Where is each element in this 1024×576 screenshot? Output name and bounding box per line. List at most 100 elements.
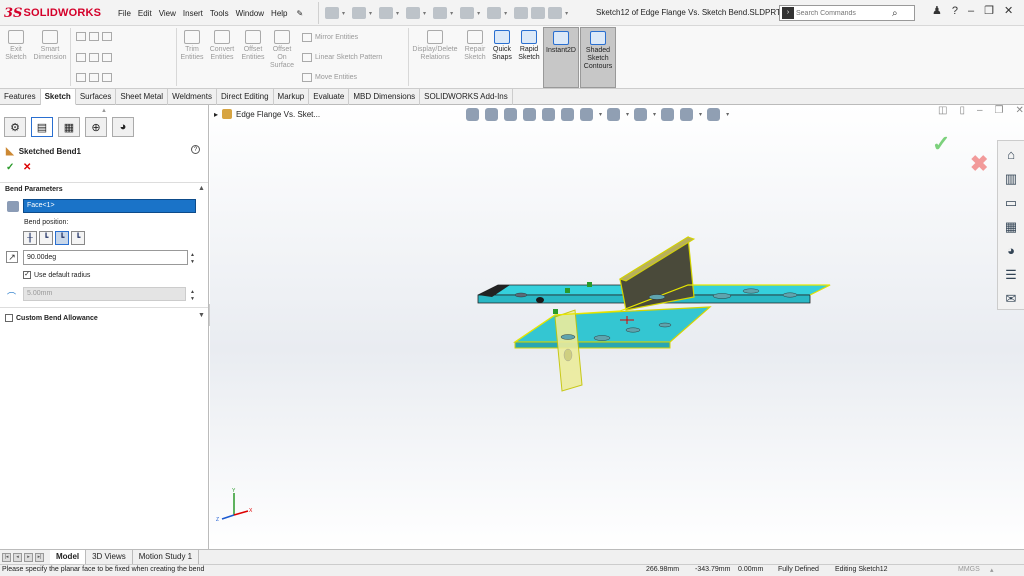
tab-features[interactable]: Features (0, 89, 41, 105)
search-input[interactable] (796, 9, 892, 17)
solidworks-resources-icon[interactable]: ⌂ (1002, 146, 1020, 164)
offset-entities-button[interactable]: Offset Entities (239, 30, 267, 62)
options-gear-icon[interactable] (548, 7, 563, 19)
chevron-up-icon[interactable]: ▲ (198, 185, 205, 192)
offset-on-surface-label: Offset On Surface (269, 46, 295, 69)
repair-icon (467, 30, 483, 44)
tab-model[interactable]: Model (50, 549, 87, 565)
tab-motion-study[interactable]: Motion Study 1 (133, 549, 200, 565)
tab-direct-editing[interactable]: Direct Editing (217, 89, 274, 105)
bend-outside-icon[interactable]: ┗ (71, 231, 85, 245)
tab-sketch[interactable]: Sketch (40, 89, 76, 105)
appearances-scenes-icon[interactable]: ◕ (1002, 242, 1020, 260)
ok-button[interactable]: ✓ (6, 162, 14, 173)
custom-properties-icon[interactable]: ☰ (1002, 266, 1020, 284)
file-explorer-icon[interactable]: ▭ (1002, 194, 1020, 212)
forum-icon[interactable]: ✉ (1002, 290, 1020, 308)
tab-solidworks-add-ins[interactable]: SOLIDWORKS Add-Ins (420, 89, 513, 105)
line-tool[interactable] (76, 32, 115, 41)
next-tab-icon[interactable]: ▸ (24, 552, 33, 562)
help-icon[interactable]: ? (191, 145, 200, 154)
display-delete-relations-button[interactable]: Display/Delete Relations (411, 30, 459, 62)
trim-entities-button[interactable]: Trim Entities (179, 30, 205, 62)
menu-edit[interactable]: Edit (138, 9, 152, 18)
rebuild-icon[interactable] (514, 7, 529, 19)
tab-weldments[interactable]: Weldments (168, 89, 217, 105)
design-library-icon[interactable]: ▥ (1002, 170, 1020, 188)
dimxpert-manager-tab[interactable]: ⊕ (85, 117, 107, 137)
bend-angle-input[interactable]: 90.00deg (23, 250, 188, 265)
bend-centerline-icon[interactable]: ╫ (23, 231, 37, 245)
solidworks-logo[interactable]: 3S SOLIDWORKS (4, 5, 101, 21)
menu-window[interactable]: Window (236, 9, 264, 18)
material-inside-icon[interactable]: ┗ (39, 231, 53, 245)
model-view-tabs: |◂ ◂ ▸ ▸| Model 3D Views Motion Study 1 (0, 549, 1024, 565)
smart-dimension-label: Smart Dimension (33, 46, 67, 61)
shaded-sketch-contours-button[interactable]: Shaded Sketch Contours (580, 27, 616, 88)
fixed-face-selection-box[interactable]: Face<1> (23, 199, 196, 213)
tab-evaluate[interactable]: Evaluate (309, 89, 350, 105)
menu-tools[interactable]: Tools (210, 9, 229, 18)
previous-tab-icon[interactable]: ◂ (13, 552, 22, 562)
linear-sketch-pattern-button[interactable]: Linear Sketch Pattern (302, 53, 382, 62)
collapse-arrow-icon[interactable]: ▲ (101, 108, 107, 114)
tab-markup[interactable]: Markup (274, 89, 310, 105)
view-palette-icon[interactable]: ▦ (1002, 218, 1020, 236)
feature-manager-tab[interactable]: ⚙ (4, 117, 26, 137)
mirror-entities-button[interactable]: Mirror Entities (302, 33, 358, 42)
angle-spin-down-icon[interactable]: ▼ (190, 259, 195, 265)
angle-spin-up-icon[interactable]: ▲ (190, 252, 195, 258)
menu-insert[interactable]: Insert (183, 9, 203, 18)
restore-icon[interactable]: ❐ (984, 4, 994, 17)
tab-mbd-dimensions[interactable]: MBD Dimensions (349, 89, 421, 105)
tab-3d-views[interactable]: 3D Views (86, 549, 133, 565)
last-tab-icon[interactable]: ▸| (35, 552, 44, 562)
feature-title: Sketched Bend1 (18, 147, 81, 156)
open-icon[interactable] (379, 7, 394, 19)
user-icon[interactable]: ♟ (932, 4, 942, 17)
rectangle-tool[interactable] (76, 53, 115, 62)
chevron-down-icon[interactable]: ▼ (198, 312, 205, 319)
slot-tool[interactable] (76, 73, 115, 82)
search-commands-box[interactable]: › ⌕ (779, 5, 915, 21)
undo-icon[interactable] (460, 7, 475, 19)
menu-view[interactable]: View (159, 9, 176, 18)
convert-entities-button[interactable]: Convert Entities (207, 30, 237, 62)
status-dropdown-icon[interactable]: ▴ (990, 566, 994, 574)
repair-sketch-button[interactable]: Repair Sketch (462, 30, 488, 62)
bend-parameters-header[interactable]: Bend Parameters (0, 182, 208, 196)
pin-menu-icon[interactable]: ✎ (297, 9, 304, 18)
sheet-metal-part-model[interactable] (210, 105, 1024, 549)
material-outside-icon[interactable]: ┗ (55, 231, 69, 245)
home-icon[interactable] (325, 7, 339, 19)
exit-sketch-button[interactable]: Exit Sketch (3, 30, 29, 62)
use-default-radius-checkbox[interactable]: ✓ Use default radius (23, 271, 90, 279)
instant2d-button[interactable]: Instant2D (543, 27, 579, 88)
quick-snaps-button[interactable]: Quick Snaps (489, 30, 515, 62)
tab-sheet-metal[interactable]: Sheet Metal (116, 89, 169, 105)
first-tab-icon[interactable]: |◂ (2, 552, 11, 562)
save-icon[interactable] (406, 7, 421, 19)
menu-file[interactable]: File (118, 9, 131, 18)
print-icon[interactable] (433, 7, 448, 19)
minimize-icon[interactable]: – (968, 5, 974, 17)
custom-bend-allowance-checkbox[interactable]: Custom Bend Allowance (0, 307, 208, 328)
smart-dimension-button[interactable]: Smart Dimension (33, 30, 67, 62)
new-document-icon[interactable] (352, 7, 367, 19)
close-icon[interactable]: ✕ (1004, 4, 1013, 17)
property-manager-tab[interactable]: ▤ (31, 117, 53, 137)
rapid-sketch-button[interactable]: Rapid Sketch (516, 30, 542, 62)
tab-surfaces[interactable]: Surfaces (76, 89, 117, 105)
search-icon[interactable]: ⌕ (892, 8, 898, 19)
unit-system[interactable]: MMGS (958, 566, 980, 573)
offset-on-surface-button[interactable]: Offset On Surface (269, 30, 295, 70)
help-button[interactable]: ? (952, 5, 958, 17)
cancel-button[interactable]: ✕ (23, 162, 31, 173)
menu-help[interactable]: Help (271, 9, 287, 18)
display-manager-tab[interactable]: ◕ (112, 117, 134, 137)
select-icon[interactable] (487, 7, 502, 19)
file-properties-icon[interactable] (531, 7, 546, 19)
move-entities-button[interactable]: Move Entities (302, 73, 357, 82)
graphics-area[interactable]: ▸ Edge Flange Vs. Sket... ▾ ▾ ▾ ▾ ▾ ◫ ▯ … (210, 105, 1024, 549)
configuration-manager-tab[interactable]: ▦ (58, 117, 80, 137)
